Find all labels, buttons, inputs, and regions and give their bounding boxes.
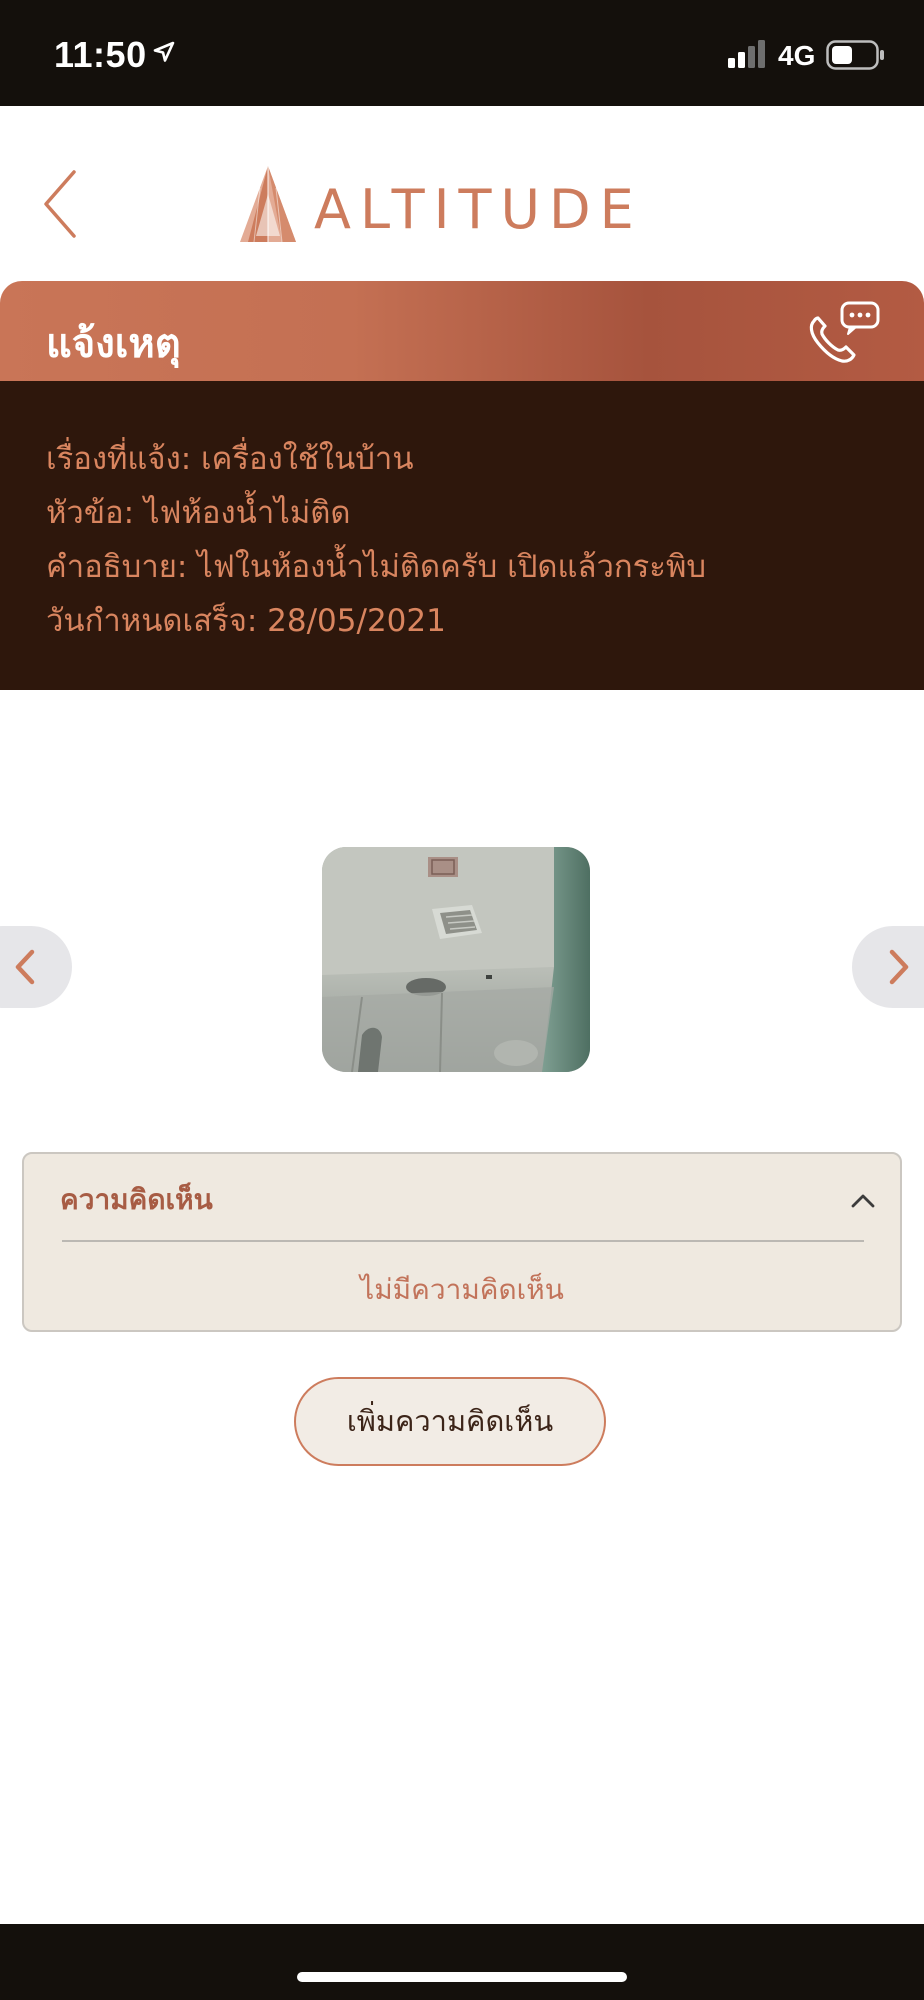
bathroom-ceiling-image [322,847,590,1072]
chevron-up-icon[interactable] [850,1192,876,1210]
chevron-left-icon [44,170,76,238]
back-button[interactable] [36,166,86,242]
detail-category: เรื่องที่แจ้ง: เครื่องใช้ในบ้าน [46,441,414,477]
battery-icon [826,40,884,70]
signal-strength-icon [728,40,765,68]
detail-due-date: วันกำหนดเสร็จ: 28/05/2021 [46,603,446,639]
add-comment-button[interactable]: เพิ่มความคิดเห็น [294,1377,606,1466]
location-arrow-icon [153,41,175,62]
call-button[interactable] [806,299,882,365]
network-type: 4G [778,40,816,71]
comments-divider [62,1240,864,1242]
carousel-prev-button[interactable] [0,926,72,1008]
altitude-logo-icon [240,166,296,243]
comments-header: ความคิดเห็น [60,1183,213,1216]
chevron-left-icon [15,949,35,985]
carousel-next-button[interactable] [852,926,924,1008]
phone-message-icon [809,301,880,363]
home-bar-area [0,1924,924,2000]
comments-card: ความคิดเห็น ไม่มีความคิดเห็น [22,1152,902,1332]
comments-empty-text: ไม่มีความคิดเห็น [360,1273,564,1306]
status-bar: 11:50 4G [0,0,924,106]
home-indicator[interactable] [297,1972,627,1982]
report-photo[interactable] [322,847,590,1072]
detail-topic: หัวข้อ: ไฟห้องน้ำไม่ติด [46,495,351,531]
report-details-panel: เรื่องที่แจ้ง: เครื่องใช้ในบ้าน หัวข้อ: … [0,381,924,690]
status-time: 11:50 [54,34,147,75]
report-title-bar: แจ้งเหตุ [0,281,924,381]
app-header: ALTITUDE [0,106,924,281]
chevron-right-icon [889,949,909,985]
brand-name: ALTITUDE [314,178,643,241]
page-title: แจ้งเหตุ [46,321,181,367]
detail-description: คำอธิบาย: ไฟในห้องน้ำไม่ติดครับ เปิดแล้ว… [46,549,707,585]
